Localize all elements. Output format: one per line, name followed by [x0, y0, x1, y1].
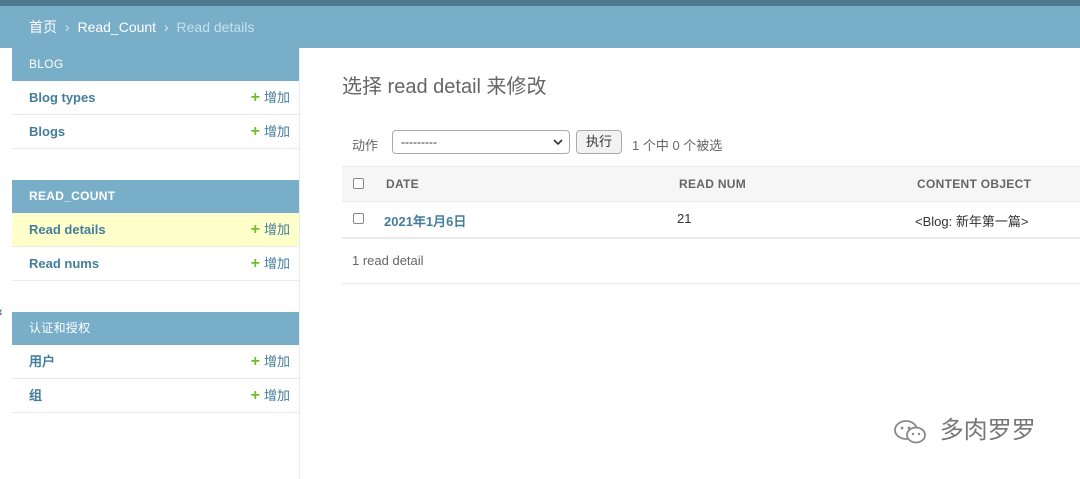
model-link-users[interactable]: 用户	[29, 354, 55, 369]
plus-icon: +	[250, 353, 260, 370]
breadcrumb: 首页 › Read_Count › Read details	[0, 6, 1080, 48]
page-title: 选择 read detail 来修改	[342, 76, 547, 98]
plus-icon: +	[250, 255, 260, 272]
select-all-checkbox[interactable]	[353, 178, 364, 189]
plus-icon: +	[250, 221, 260, 238]
module-header-blog[interactable]: BLOG	[12, 48, 299, 81]
watermark: 多肉罗罗	[893, 414, 1036, 448]
sidebar-item-blogs: Blogs + 增加	[12, 115, 299, 149]
chevron-down-icon	[553, 131, 563, 161]
add-read-detail-button[interactable]: + 增加	[251, 213, 290, 247]
selection-counter: 1 个中 0 个被选	[632, 138, 723, 153]
run-action-button[interactable]: 执行	[576, 130, 622, 154]
model-link-blogs[interactable]: Blogs	[29, 124, 65, 139]
add-label: 增加	[263, 90, 290, 105]
row-date-link[interactable]: 2021年1月6日	[384, 211, 466, 230]
model-link-blog-types[interactable]: Blog types	[29, 90, 95, 105]
wechat-icon	[893, 417, 940, 444]
add-label: 增加	[263, 222, 290, 237]
actions-label: 动作	[352, 138, 379, 153]
sidebar-collapse-toggle[interactable]: ‹	[0, 303, 3, 319]
sidebar-item-users: 用户 + 增加	[12, 345, 299, 379]
column-header-date[interactable]: DATE	[386, 177, 419, 191]
result-list: DATE READ NUM CONTENT OBJECT 2021年1月6日 2…	[342, 166, 1080, 284]
plus-icon: +	[250, 123, 260, 140]
watermark-text: 多肉罗罗	[939, 417, 1036, 444]
nav-sidebar: BLOG Blog types + 增加 Blogs + 增加 READ_COUNT…	[12, 48, 300, 479]
add-blog-type-button[interactable]: + 增加	[251, 81, 290, 115]
module-blog: BLOG Blog types + 增加 Blogs + 增加	[12, 48, 299, 149]
add-blog-button[interactable]: + 增加	[251, 115, 290, 149]
breadcrumb-home[interactable]: 首页	[29, 19, 57, 35]
module-auth: 认证和授权 用户 + 增加 组 + 增加	[12, 312, 299, 413]
breadcrumb-current: Read details	[176, 19, 255, 35]
add-user-button[interactable]: + 增加	[251, 345, 290, 379]
module-header-auth[interactable]: 认证和授权	[12, 312, 299, 345]
model-link-read-nums[interactable]: Read nums	[29, 256, 99, 271]
add-label: 增加	[263, 354, 290, 369]
breadcrumb-app[interactable]: Read_Count	[77, 19, 156, 35]
row-content-object: <Blog: 新年第一篇>	[915, 214, 1029, 229]
row-read-num: 21	[677, 211, 692, 226]
module-gap	[12, 281, 299, 312]
sidebar-item-groups: 组 + 增加	[12, 379, 299, 413]
model-link-read-details[interactable]: Read details	[29, 222, 106, 237]
sidebar-item-read-details: Read details + 增加	[12, 213, 299, 247]
add-label: 增加	[263, 124, 290, 139]
plus-icon: +	[250, 89, 260, 106]
module-read-count: READ_COUNT Read details + 增加 Read nums + 增…	[12, 180, 299, 281]
plus-icon: +	[250, 387, 260, 404]
breadcrumb-separator: ›	[64, 19, 70, 35]
sidebar-item-read-nums: Read nums + 增加	[12, 247, 299, 281]
sidebar-item-blog-types: Blog types + 增加	[12, 81, 299, 115]
add-group-button[interactable]: + 增加	[251, 379, 290, 413]
table-header: DATE READ NUM CONTENT OBJECT	[342, 166, 1080, 202]
paginator: 1 read detail	[342, 238, 1080, 284]
module-gap	[12, 149, 299, 180]
column-header-content-object: CONTENT OBJECT	[917, 177, 1032, 191]
actions-bar: 动作 --------- 执行 1 个中 0 个被选	[342, 128, 1080, 158]
table-row: 2021年1月6日 21 <Blog: 新年第一篇>	[342, 202, 1080, 238]
breadcrumb-separator: ›	[163, 19, 169, 35]
action-select[interactable]: ---------	[392, 130, 570, 154]
add-label: 增加	[263, 388, 290, 403]
model-link-groups[interactable]: 组	[29, 388, 42, 403]
add-read-num-button[interactable]: + 增加	[251, 247, 290, 281]
action-select-value: ---------	[401, 135, 437, 149]
row-checkbox[interactable]	[353, 213, 364, 224]
column-header-read-num[interactable]: READ NUM	[679, 177, 746, 191]
module-header-read-count[interactable]: READ_COUNT	[12, 180, 299, 213]
add-label: 增加	[263, 256, 290, 271]
